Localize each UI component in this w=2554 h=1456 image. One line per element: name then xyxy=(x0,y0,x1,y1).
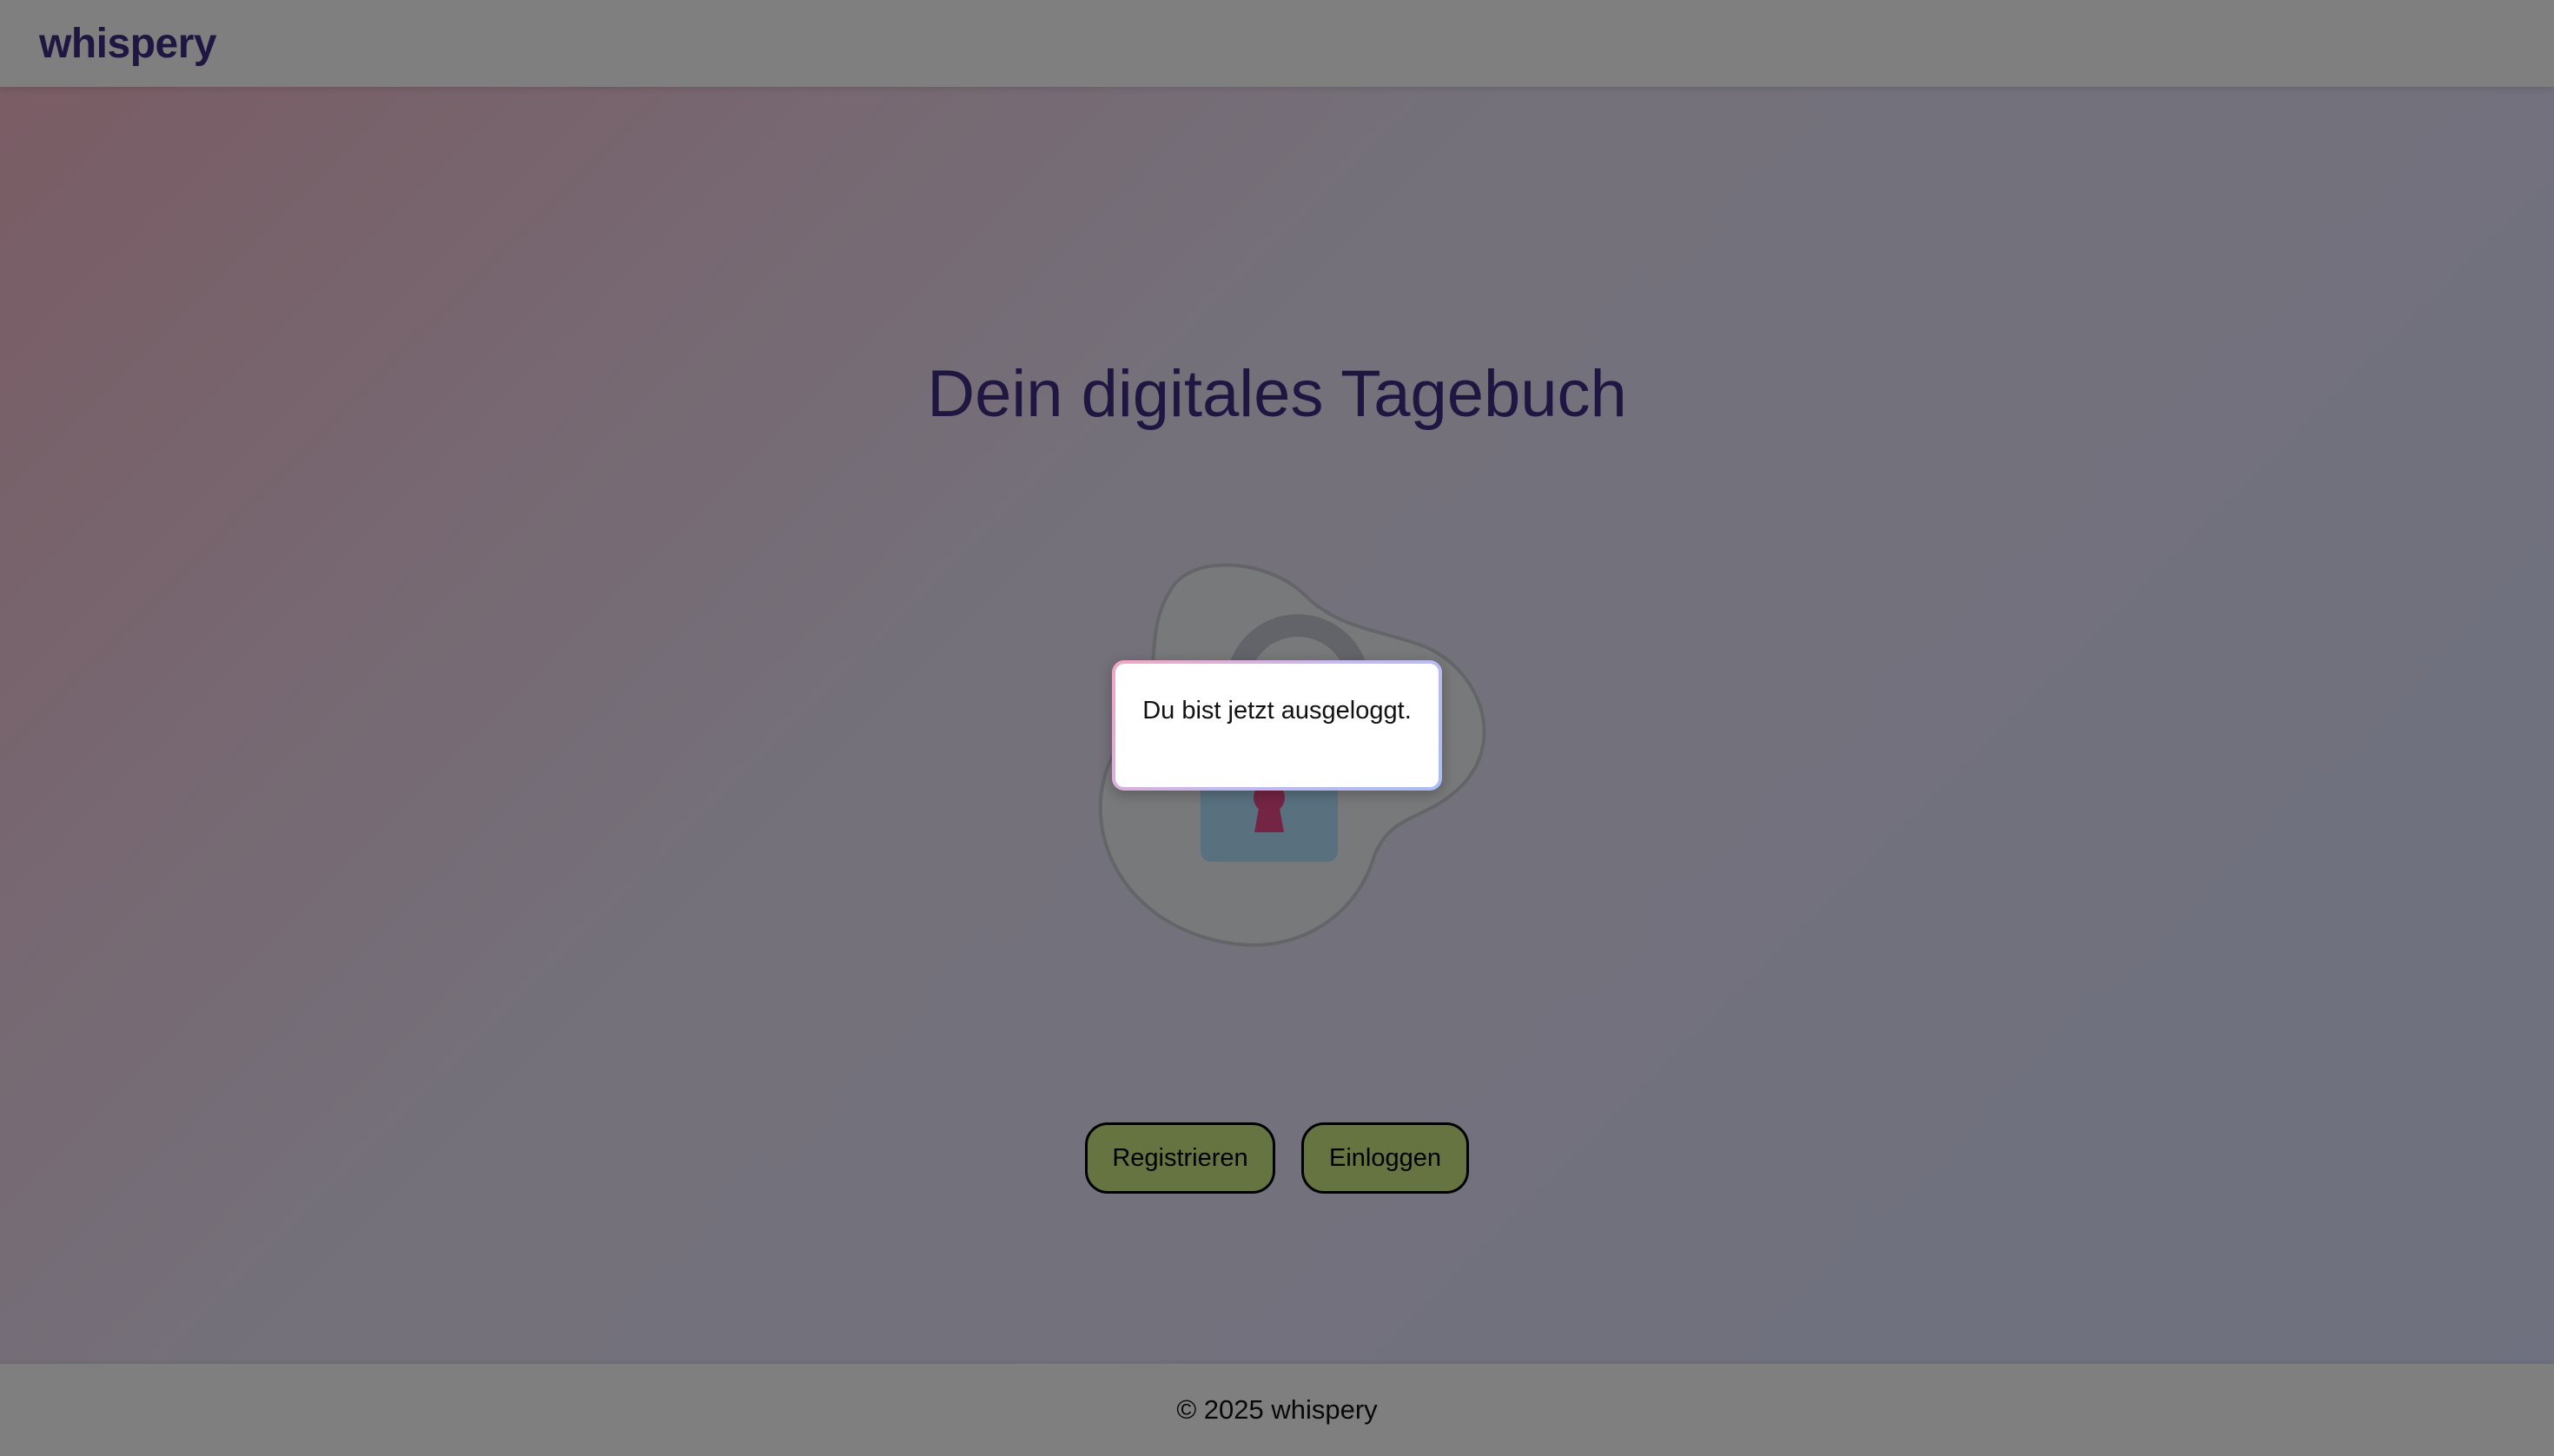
logout-dialog: Du bist jetzt ausgeloggt. xyxy=(1112,660,1442,791)
logout-message: Du bist jetzt ausgeloggt. xyxy=(1142,697,1412,725)
logout-dialog-body: Du bist jetzt ausgeloggt. xyxy=(1115,664,1439,787)
page: whispery Dein digitales Tagebuch Registr… xyxy=(0,0,2554,1456)
